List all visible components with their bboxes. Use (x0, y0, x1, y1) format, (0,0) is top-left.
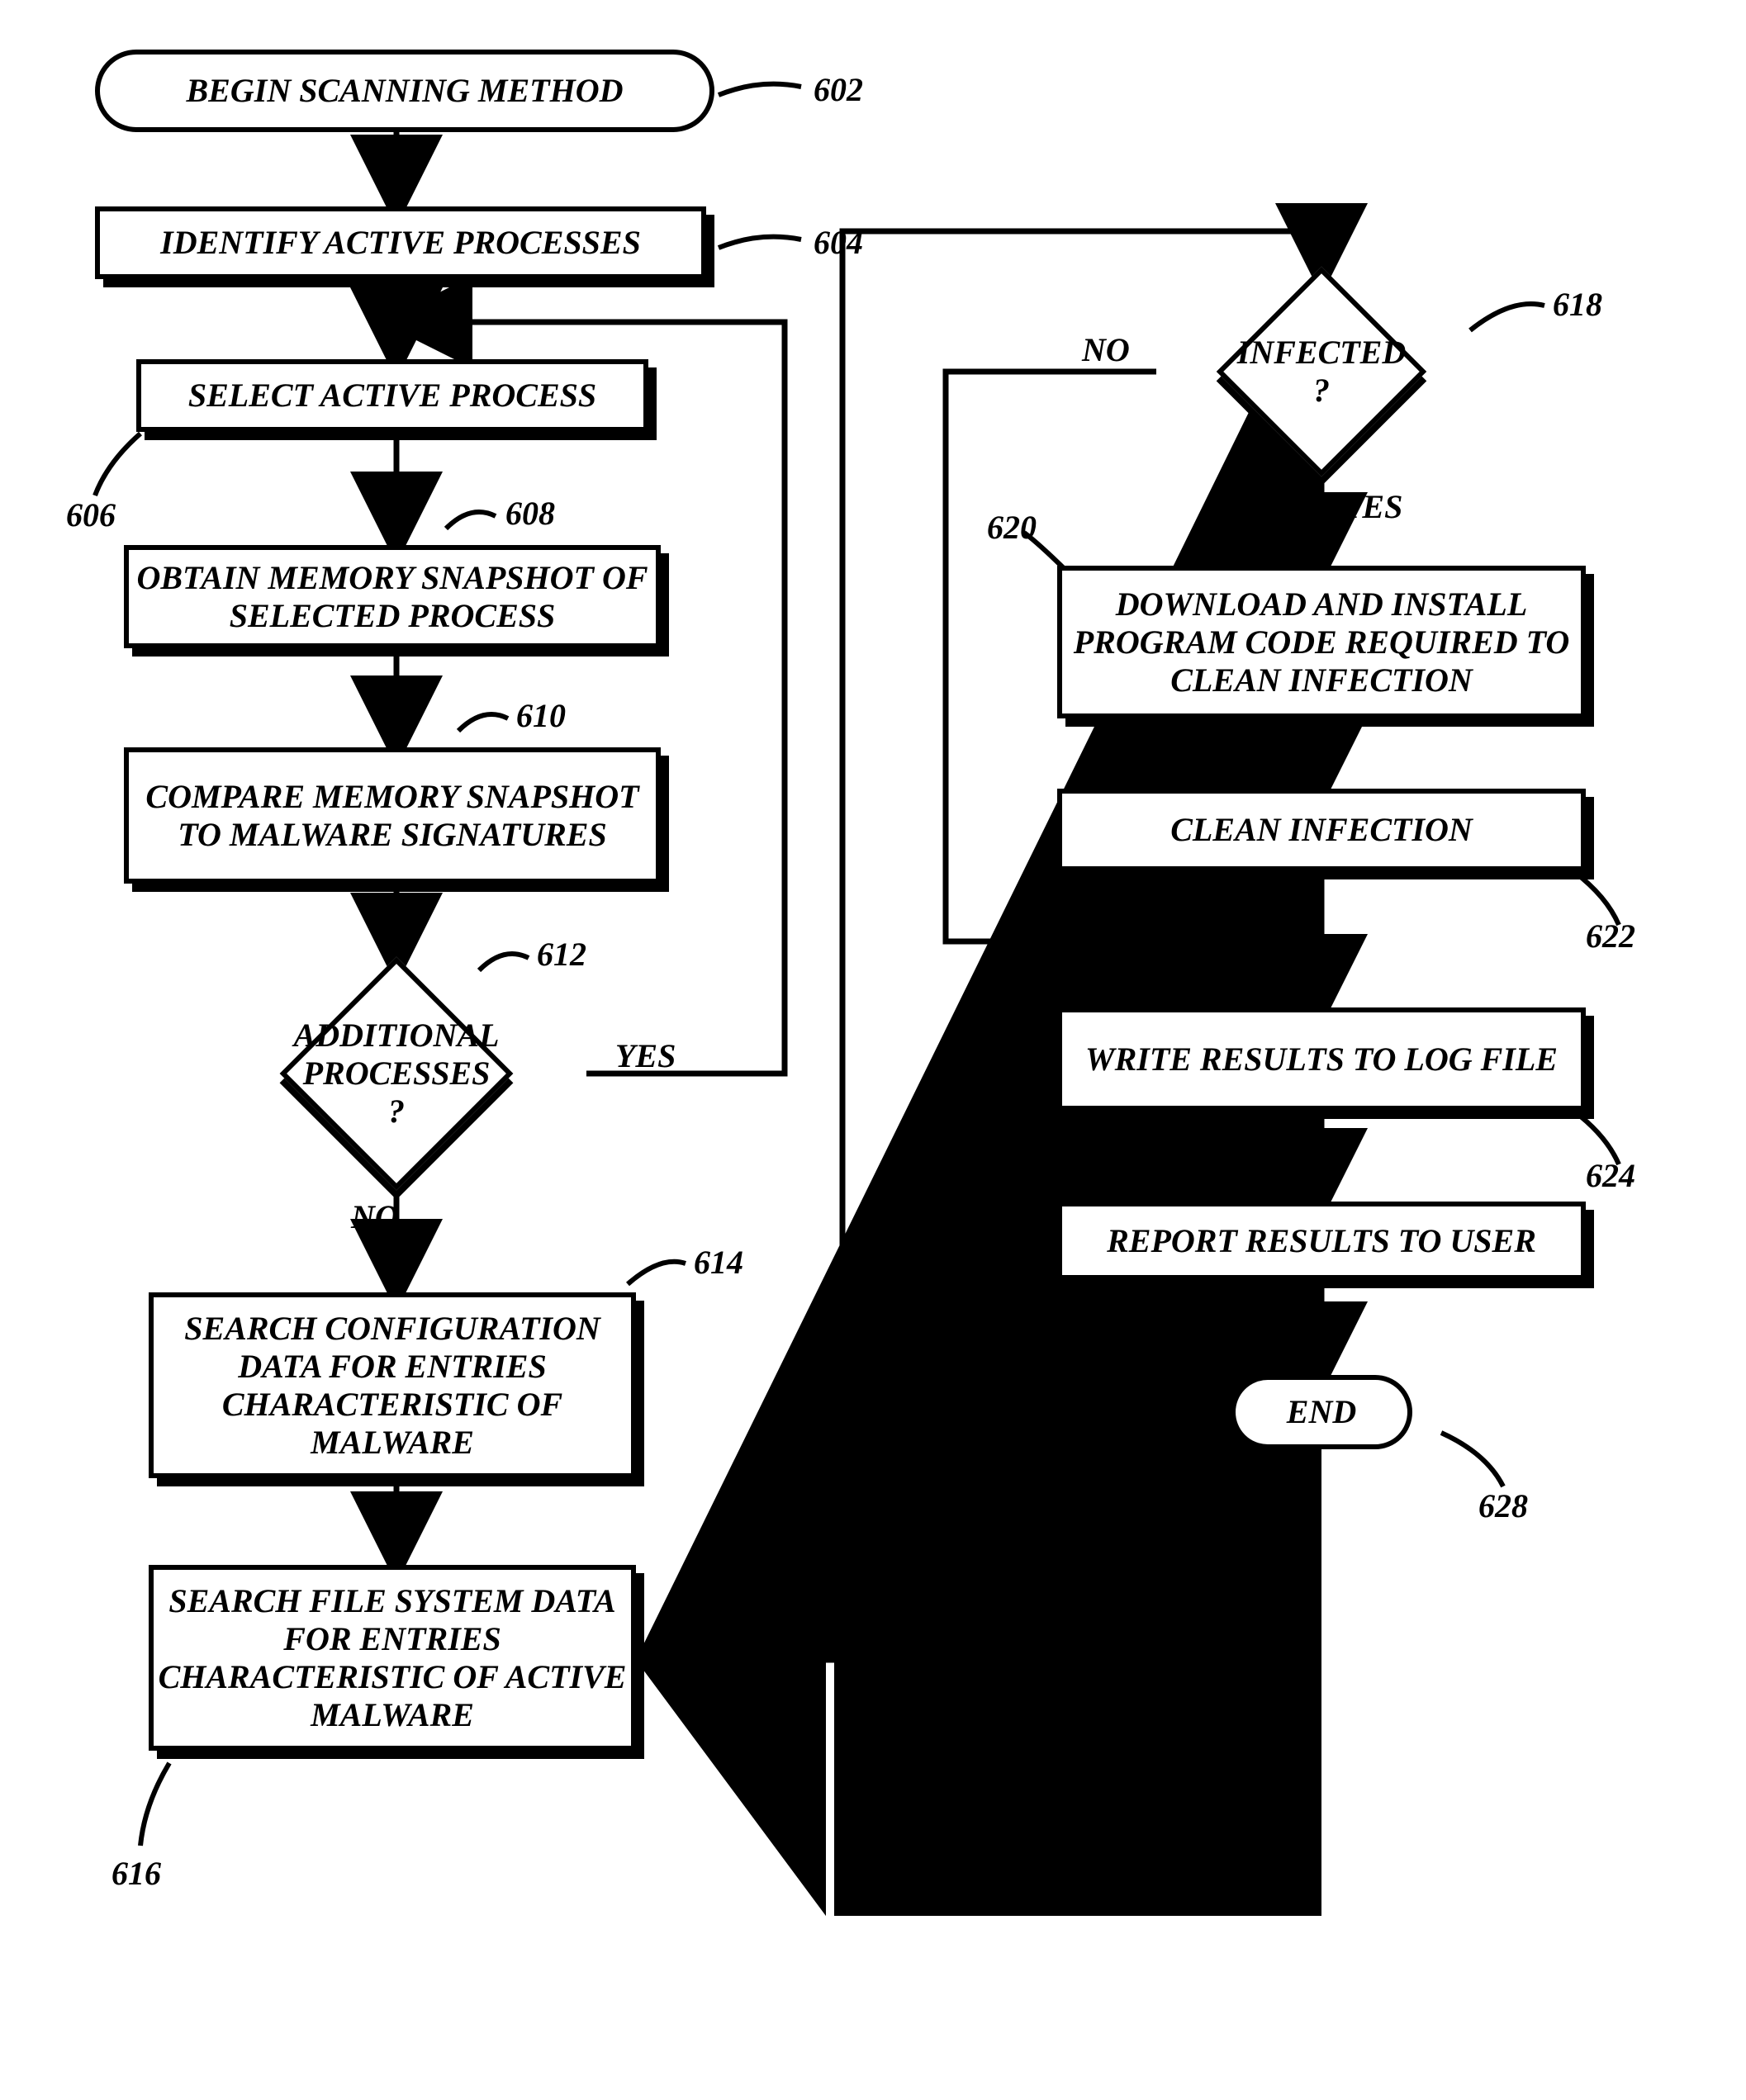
process-download-install-code: DOWNLOAD AND INSTALL PROGRAM CODE REQUIR… (1057, 566, 1586, 718)
process-search-file-system-data: SEARCH FILE SYSTEM DATA FOR ENTRIES CHAR… (149, 1565, 636, 1751)
ref-622: 622 (1586, 917, 1635, 955)
label-no-618: NO (1082, 330, 1130, 369)
process-identify-active-processes: IDENTIFY ACTIVE PROCESSES (95, 206, 706, 279)
label-no-612: NO (351, 1197, 399, 1236)
ref-620: 620 (987, 508, 1037, 547)
ref-612: 612 (537, 935, 586, 974)
ref-602: 602 (814, 70, 863, 109)
process-report-results: REPORT RESULTS TO USER (1057, 1202, 1586, 1280)
process-clean-infection: CLEAN INFECTION (1057, 789, 1586, 871)
ref-610: 610 (516, 696, 566, 735)
ref-614: 614 (694, 1243, 743, 1282)
ref-618: 618 (1553, 285, 1602, 324)
process-select-active-process: SELECT ACTIVE PROCESS (136, 359, 648, 432)
label-yes-612: YES (615, 1036, 676, 1075)
terminator-begin: BEGIN SCANNING METHOD (95, 50, 714, 132)
process-search-configuration-data: SEARCH CONFIGURATION DATA FOR ENTRIES CH… (149, 1292, 636, 1478)
ref-626: 626 (987, 1338, 1037, 1377)
label-yes-618: YES (1342, 487, 1402, 526)
process-obtain-memory-snapshot: OBTAIN MEMORY SNAPSHOT OF SELECTED PROCE… (124, 545, 661, 648)
terminator-end: END (1231, 1375, 1412, 1449)
ref-604: 604 (814, 223, 863, 262)
ref-624: 624 (1586, 1156, 1635, 1195)
ref-628: 628 (1478, 1486, 1528, 1525)
ref-608: 608 (505, 494, 555, 533)
process-write-results-log: WRITE RESULTS TO LOG FILE (1057, 1007, 1586, 1111)
ref-606: 606 (66, 495, 116, 534)
ref-616: 616 (111, 1854, 161, 1893)
process-compare-memory-snapshot: COMPARE MEMORY SNAPSHOT TO MALWARE SIGNA… (124, 747, 661, 884)
